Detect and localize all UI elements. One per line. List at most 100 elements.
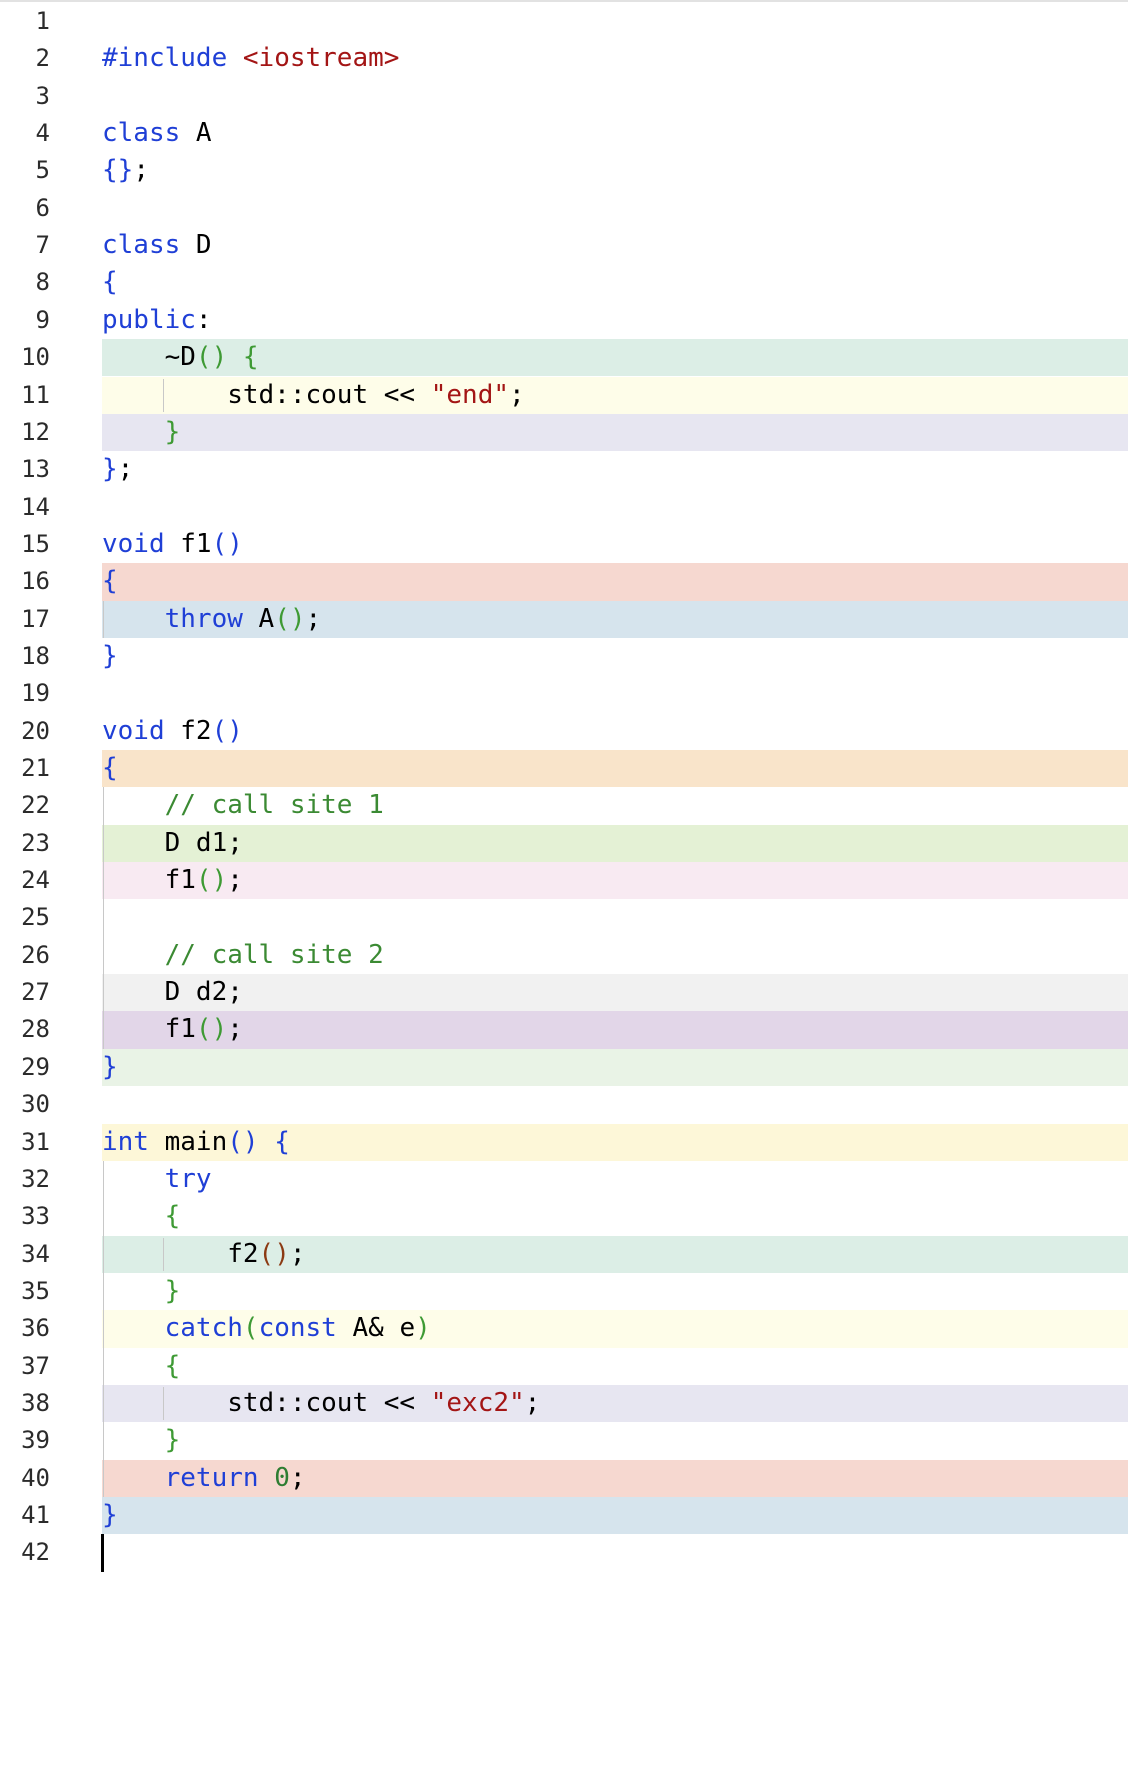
code-line-23[interactable]: 23 D d1; <box>0 824 1128 863</box>
code-text: class A <box>102 115 212 152</box>
code-line-24[interactable]: 24 f1(); <box>0 862 1128 900</box>
code-line-36[interactable]: 36 catch(const A& e) <box>0 1310 1128 1348</box>
indent-guide <box>162 1386 164 1421</box>
code-token: } <box>164 416 181 447</box>
code-line-31[interactable]: 31 int main() { <box>0 1123 1128 1161</box>
code-line-28[interactable]: 28 f1(); <box>0 1011 1128 1049</box>
line-number: 40 <box>21 1463 50 1492</box>
code-line-27[interactable]: 27 D d2; <box>0 974 1128 1012</box>
code-token: ; <box>289 1238 306 1269</box>
code-line-13[interactable]: 13}; <box>0 451 1128 488</box>
code-line-42[interactable]: 42 <box>0 1534 1128 1573</box>
code-token: 0 <box>274 1462 290 1493</box>
code-line-17[interactable]: 17 throw A(); <box>0 600 1128 638</box>
line-number: 10 <box>21 343 50 372</box>
code-text: } <box>102 414 181 451</box>
code-token: std::cout << <box>102 1387 431 1418</box>
line-number: 16 <box>21 567 50 596</box>
code-line-9[interactable]: 9 public: <box>0 302 1128 339</box>
code-line-10[interactable]: 10 ~D() { <box>0 339 1128 377</box>
code-token: <iostream> <box>242 43 400 74</box>
code-token: "end" <box>430 379 510 410</box>
code-line-30[interactable]: 30 <box>0 1086 1128 1123</box>
code-token: f1 <box>102 1014 196 1045</box>
code-token: } <box>102 1500 118 1530</box>
line-number: 20 <box>21 716 50 745</box>
line-highlight <box>102 413 1128 452</box>
code-token: } <box>164 1425 181 1456</box>
code-token: f1 <box>102 865 196 896</box>
code-line-37[interactable]: 37 { <box>0 1348 1128 1385</box>
code-line-25[interactable]: 25 <box>0 899 1128 936</box>
line-number: 3 <box>35 81 50 110</box>
code-line-20[interactable]: 20 void f2() <box>0 713 1128 750</box>
code-line-35[interactable]: 35 } <box>0 1273 1128 1310</box>
line-highlight <box>102 563 1128 601</box>
code-line-3[interactable]: 3 <box>0 78 1128 115</box>
code-token: ( <box>242 1313 259 1344</box>
code-text: std::cout << "exc2"; <box>102 1385 540 1422</box>
code-line-4[interactable]: 4 class A <box>0 115 1128 152</box>
line-number: 22 <box>21 791 50 820</box>
code-text: } <box>102 1422 181 1459</box>
code-line-2[interactable]: 2 #include <iostream> <box>0 40 1128 77</box>
line-number: 19 <box>21 679 50 708</box>
code-line-29[interactable]: 29} <box>0 1048 1128 1087</box>
code-line-12[interactable]: 12 } <box>0 413 1128 452</box>
code-token: () <box>195 865 228 896</box>
line-number: 38 <box>21 1388 50 1417</box>
code-line-16[interactable]: 16 { <box>0 563 1128 601</box>
code-token: #include <box>102 43 243 74</box>
code-line-33[interactable]: 33 { <box>0 1198 1128 1235</box>
line-number: 39 <box>21 1426 50 1455</box>
code-token: A <box>195 118 212 149</box>
code-line-22[interactable]: 22 // call site 1 <box>0 787 1128 824</box>
code-line-38[interactable]: 38 std::cout << "exc2"; <box>0 1384 1128 1423</box>
code-token: { <box>274 1126 290 1157</box>
code-token: ) <box>415 1313 431 1344</box>
code-line-14[interactable]: 14 <box>0 489 1128 526</box>
line-highlight <box>102 750 1128 788</box>
line-highlight <box>102 1497 1128 1535</box>
code-token: ; <box>289 1462 306 1493</box>
code-token: class <box>102 118 196 149</box>
code-line-40[interactable]: 40 return 0; <box>0 1459 1128 1497</box>
line-number: 17 <box>21 604 50 633</box>
code-line-18[interactable]: 18} <box>0 638 1128 675</box>
code-line-21[interactable]: 21 { <box>0 750 1128 788</box>
indent-guide <box>103 1160 104 1497</box>
code-line-6[interactable]: 6 <box>0 190 1128 227</box>
code-line-5[interactable]: 5 {}; <box>0 152 1128 189</box>
code-text: { <box>102 750 118 787</box>
code-line-26[interactable]: 26 // call site 2 <box>0 937 1128 974</box>
code-text: throw A(); <box>102 601 322 638</box>
indent-guide <box>103 787 104 1049</box>
code-token: ; <box>227 1014 243 1045</box>
code-line-19[interactable]: 19 <box>0 675 1128 712</box>
code-line-34[interactable]: 34 f2(); <box>0 1235 1128 1273</box>
line-number: 31 <box>21 1127 50 1156</box>
code-token: f1 <box>180 528 212 559</box>
code-line-41[interactable]: 41} <box>0 1497 1128 1535</box>
code-line-7[interactable]: 7 class D <box>0 227 1128 264</box>
line-number: 4 <box>35 119 50 148</box>
code-line-15[interactable]: 15 void f1() <box>0 526 1128 563</box>
code-editor[interactable]: 1 2 #include <iostream> 3 4 class A 5 {}; 6 7 clas… <box>0 0 1128 1766</box>
code-line-39[interactable]: 39 } <box>0 1422 1128 1459</box>
code-line-8[interactable]: 8{ <box>0 264 1128 301</box>
code-token: A <box>258 603 275 634</box>
line-number: 5 <box>35 156 50 185</box>
indent-guide <box>162 378 164 412</box>
code-token: catch <box>164 1313 243 1344</box>
code-line-11[interactable]: 11 std::cout << "end"; <box>0 376 1128 414</box>
code-line-32[interactable]: 32 try <box>0 1161 1128 1198</box>
code-token: } <box>102 640 118 671</box>
code-text: public: <box>102 302 212 339</box>
code-text: { <box>102 563 118 600</box>
code-token: ; <box>117 454 134 485</box>
code-token: std::cout << <box>102 379 431 410</box>
code-line-1[interactable]: 1 <box>0 3 1128 40</box>
